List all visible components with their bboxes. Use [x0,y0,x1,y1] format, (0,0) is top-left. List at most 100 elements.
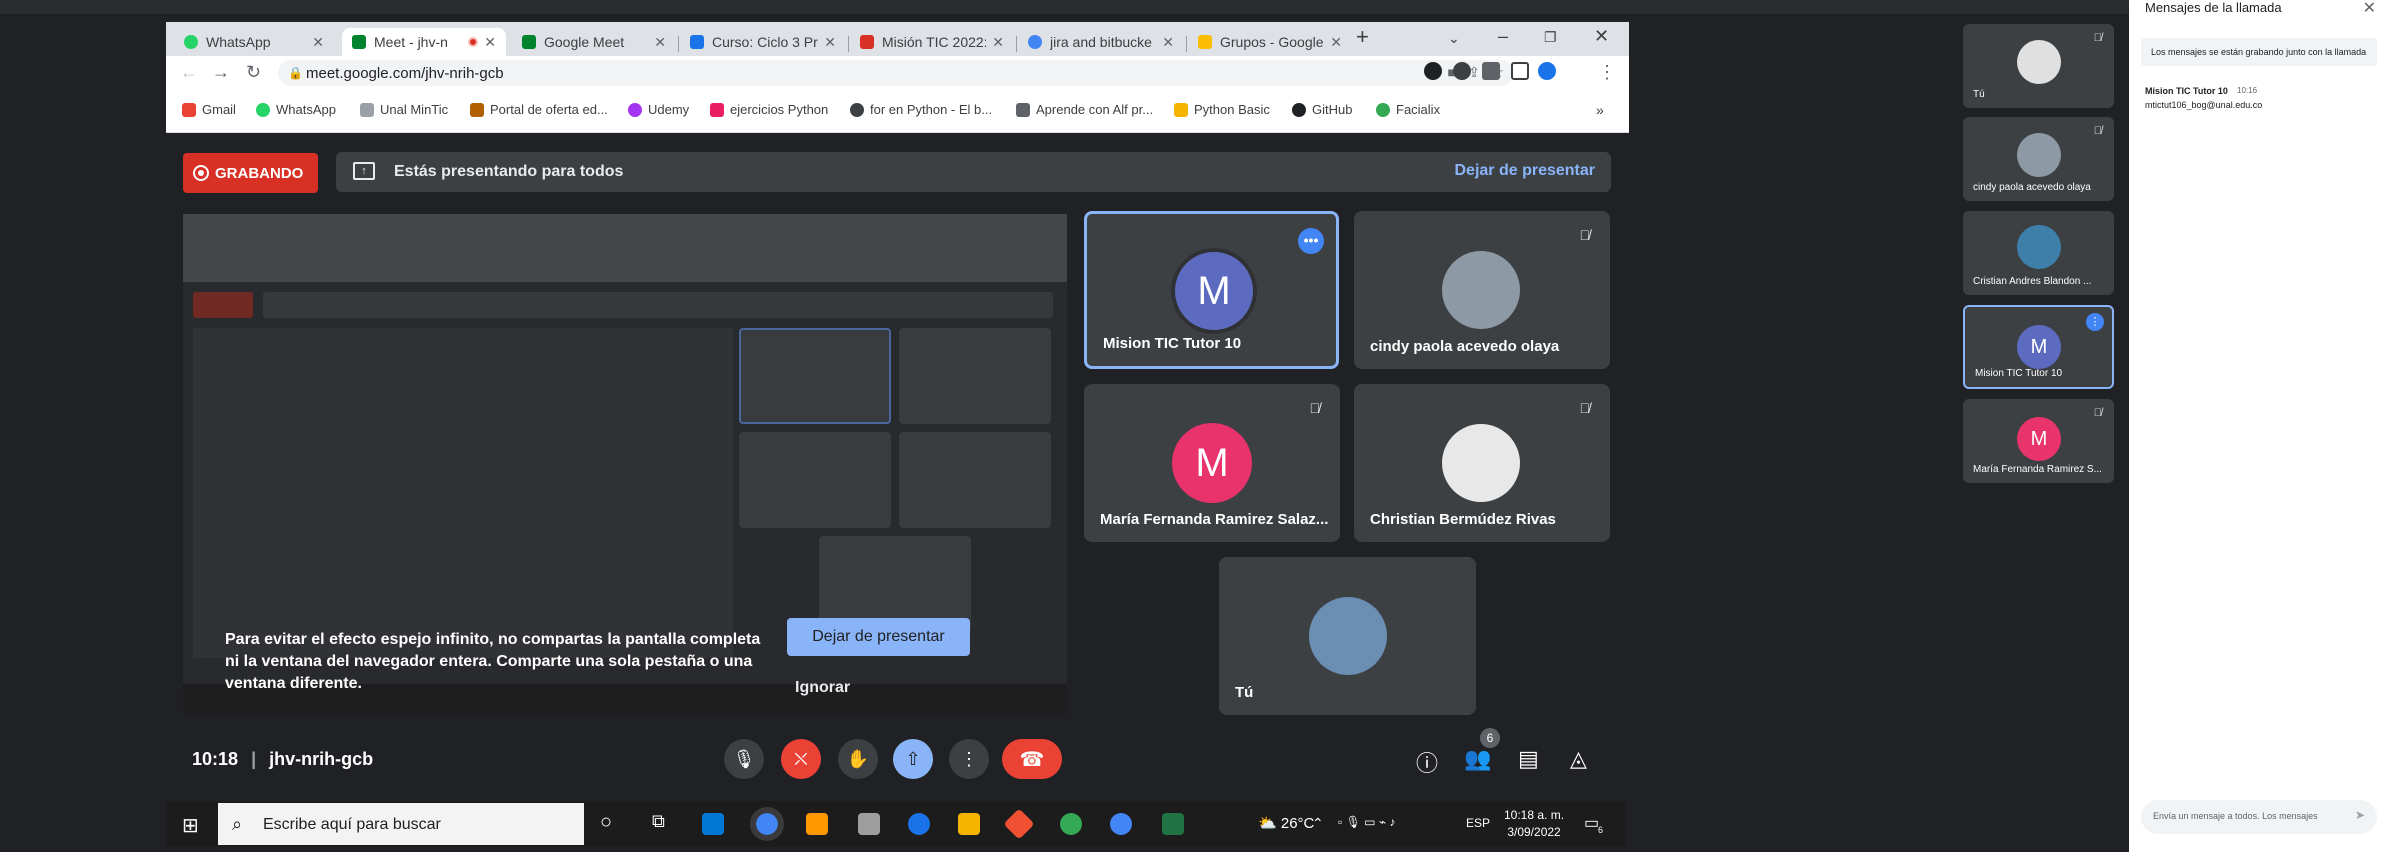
app-icon[interactable] [908,813,930,835]
chrome-icon[interactable] [750,807,784,841]
language-indicator[interactable]: ESP [1466,816,1490,830]
minimize-button[interactable]: – [1498,26,1508,47]
chat-icon[interactable]: ▤ [1518,746,1539,772]
close-icon[interactable]: ✕ [1162,34,1174,51]
tab-grupos[interactable]: Grupos - Google ✕ [1188,28,1352,56]
reload-icon[interactable]: ↻ [246,62,261,83]
chevron-up-icon[interactable]: ⌃ [1312,815,1324,832]
tab-mision-tic[interactable]: Misión TIC 2022: ✕ [850,28,1014,56]
avatar-photo [2017,225,2061,269]
mirror-presenting-bar [263,292,1053,318]
side-tile[interactable]: Cristian Andres Blandon ... [1963,211,2114,295]
tray-icons[interactable]: ▫ 🎙 ▭ ⌁ ♪ [1338,815,1395,829]
mic-button[interactable]: 🎙 [724,739,764,779]
present-button[interactable]: ⇧ [893,739,933,779]
windows-start-icon[interactable]: ⊞ [182,813,199,838]
close-icon[interactable]: ✕ [824,34,836,51]
close-icon[interactable]: ✕ [2363,0,2376,18]
bookmark-python-basic[interactable]: Python Basic [1174,102,1270,117]
bookmark-portal[interactable]: Portal de oferta ed... [470,102,608,117]
vscode-icon[interactable] [702,813,724,835]
close-window-button[interactable]: ✕ [1594,26,1609,47]
mirror-tile [899,432,1051,528]
side-tile[interactable]: M 🎙̸ María Fernanda Ramirez S... [1963,399,2114,483]
git-icon[interactable] [1003,808,1035,840]
stop-presenting-button[interactable]: Dejar de presentar [787,618,970,656]
bookmark-udemy[interactable]: Udemy [628,102,689,117]
end-call-button[interactable]: ☎ [1002,739,1062,779]
self-tile[interactable]: Tú [1219,557,1476,715]
participant-tile[interactable]: M 🎙̸ María Fernanda Ramirez Salaz... [1084,384,1340,542]
address-bar[interactable]: 🔒 meet.google.com/jhv-nrih-gcb ■ ⇪ ☆ [278,60,1514,86]
stop-presenting-link[interactable]: Dejar de presentar [1454,162,1595,180]
close-icon[interactable]: ✕ [1330,34,1342,51]
weather-widget[interactable]: ⛅ 26°C [1258,814,1314,832]
ignore-button[interactable]: Ignorar [795,679,850,697]
more-options-icon[interactable]: ••• [1298,228,1324,254]
bookmark-unal[interactable]: Unal MinTic [360,102,448,117]
sidepanel-icon[interactable] [1511,62,1529,80]
participant-name: Christian Bermúdez Rivas [1370,511,1556,528]
app-icon[interactable] [1060,813,1082,835]
side-participant-name: Mision TIC Tutor 10 [1975,368,2063,379]
lock-icon: 🔒 [288,66,303,80]
more-options-button[interactable]: ⋮ [949,739,989,779]
maximize-button[interactable]: ❐ [1544,29,1557,46]
chat-input[interactable]: Envía un mensaje a todos. Los mensajes ➤ [2141,800,2377,834]
clock[interactable]: 10:18 a. m. 3/09/2022 [1504,807,1564,841]
chat-title: Mensajes de la llamada [2145,0,2282,15]
bookmark-alf[interactable]: Aprende con Alf pr... [1016,102,1153,117]
chrome-icon[interactable] [1110,813,1132,835]
forward-icon[interactable]: → [212,62,230,83]
notification-icon[interactable]: ▭ [1584,813,1599,833]
close-icon[interactable]: ✕ [484,34,496,51]
tab-meet[interactable]: Meet - jhv-n ✕ [342,28,506,56]
activities-icon[interactable]: ◬ [1570,746,1587,772]
app-icon[interactable] [858,813,880,835]
participant-tile[interactable]: 🎙̸ Christian Bermúdez Rivas [1354,384,1610,542]
bookmark-ejercicios[interactable]: ejercicios Python [710,102,828,117]
mirror-tile [899,328,1051,424]
participant-tile[interactable]: M ••• Mision TIC Tutor 10 [1084,211,1339,369]
info-icon[interactable]: ⓘ [1416,746,1438,778]
tab-curso[interactable]: Curso: Ciclo 3 Pr ✕ [680,28,846,56]
participant-tile[interactable]: 🎙̸ cindy paola acevedo olaya [1354,211,1610,369]
bookmark-github[interactable]: GitHub [1292,102,1352,117]
tab-search-icon[interactable]: ⌄ [1448,30,1460,47]
people-icon[interactable]: 👥 [1464,746,1491,772]
new-tab-button[interactable]: + [1356,24,1369,50]
puzzle-icon[interactable] [1482,62,1500,80]
side-tile-active[interactable]: M ⋮ Mision TIC Tutor 10 [1963,305,2114,389]
close-icon[interactable]: ✕ [654,34,666,51]
close-icon[interactable]: ✕ [312,34,324,51]
bookmark-label: Aprende con Alf pr... [1036,102,1154,117]
message-time: 10:16 [2237,86,2258,95]
camera-off-button[interactable]: ⛌ [781,739,821,779]
app-icon[interactable] [806,813,828,835]
task-view-icon[interactable]: ⧉ [652,811,665,832]
back-icon[interactable]: ← [180,62,198,83]
raise-hand-button[interactable]: ✋ [838,739,878,779]
side-tile[interactable]: 🎙̸ Tú [1963,24,2114,108]
more-bookmarks-icon[interactable]: » [1596,102,1604,118]
cortana-icon[interactable]: ○ [600,811,612,834]
tab-google-meet[interactable]: Google Meet ✕ [512,28,676,56]
bookmark-for-python[interactable]: for en Python - El b... [850,102,992,117]
tab-whatsapp[interactable]: WhatsApp ✕ [174,28,334,56]
extension-icon[interactable] [1424,62,1442,80]
menu-icon[interactable]: ⋮ [1598,62,1616,83]
tab-jira[interactable]: jira and bitbucke ✕ [1018,28,1184,56]
bookmark-whatsapp[interactable]: WhatsApp [256,102,336,117]
tab-separator [1016,36,1017,52]
recording-badge[interactable]: GRABANDO [183,153,318,193]
side-tile[interactable]: 🎙̸ cindy paola acevedo olaya [1963,117,2114,201]
bookmark-gmail[interactable]: Gmail [182,102,236,117]
bookmark-facialix[interactable]: Facialix [1376,102,1440,117]
close-icon[interactable]: ✕ [992,34,1004,51]
taskbar-search[interactable]: ⌕ Escribe aquí para buscar [218,803,584,845]
send-icon[interactable]: ➤ [2355,808,2365,822]
extension-icon[interactable] [1453,62,1471,80]
profile-avatar[interactable] [1538,62,1556,80]
excel-icon[interactable] [1162,813,1184,835]
file-explorer-icon[interactable] [958,813,980,835]
